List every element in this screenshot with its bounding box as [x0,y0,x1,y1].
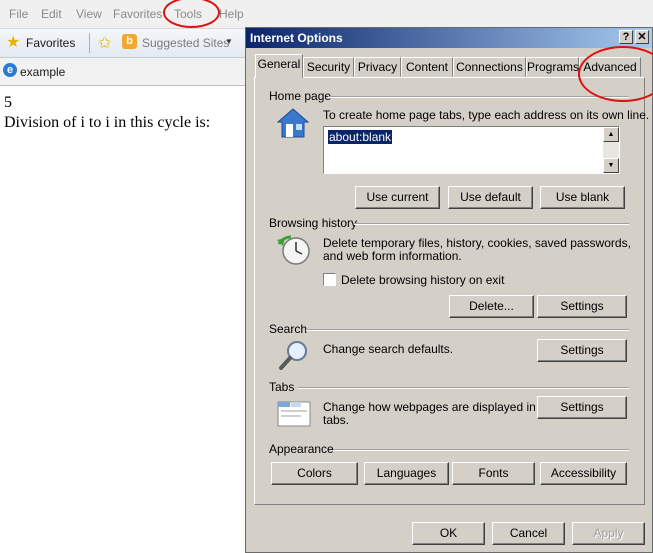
search-settings-button[interactable]: Settings [537,339,627,362]
home-page-value: about:blank [328,130,393,144]
tab-programs[interactable]: Programs [526,57,579,77]
ie-page-icon: e [3,63,17,77]
close-button[interactable]: ✕ [635,30,649,44]
delete-history-on-exit-checkbox[interactable] [323,273,336,286]
dialog-title: Internet Options [250,31,343,45]
home-page-separator [328,96,629,98]
tabs-description-line-1: Change how webpages are displayed in [323,400,536,414]
menu-favorites[interactable]: Favorites [113,7,162,21]
page-output-line-1: 5 [4,94,12,111]
tabs-settings-button[interactable]: Settings [537,396,627,419]
browser-tab[interactable]: e example [0,60,244,84]
use-blank-button[interactable]: Use blank [540,186,625,209]
home-page-description: To create home page tabs, type each addr… [323,108,650,122]
search-description: Change search defaults. [323,342,454,356]
tabs-separator [298,387,629,389]
history-settings-button[interactable]: Settings [537,295,627,318]
menu-edit[interactable]: Edit [41,7,62,21]
help-button[interactable]: ? [619,30,633,44]
add-favorite-icon[interactable]: ✩ [98,33,111,53]
delete-history-on-exit-label: Delete browsing history on exit [341,273,505,287]
home-icon [276,108,310,138]
home-page-label: Home page [269,89,332,103]
ok-button[interactable]: OK [412,522,485,545]
delete-history-button[interactable]: Delete... [449,295,534,318]
tab-security[interactable]: Security [303,57,354,77]
tab-privacy[interactable]: Privacy [354,57,401,77]
browsing-history-label: Browsing history [269,216,358,230]
apply-button[interactable]: Apply [572,522,645,545]
page-output-line-2: Division of i to i in this cycle is: [4,114,211,131]
star-icon: ★ [6,34,21,51]
suggested-sites-label: Suggested Sites [142,36,230,50]
use-default-button[interactable]: Use default [448,186,533,209]
search-separator [306,329,629,331]
toolbar-divider [89,33,90,53]
browsing-history-separator [354,223,629,225]
favorites-label: Favorites [26,36,76,50]
tabs-label: Tabs [269,380,295,394]
favorites-button[interactable]: ★ Favorites [4,34,84,52]
bing-icon: b [122,34,137,49]
home-page-textarea[interactable]: about:blank ▲ ▼ [323,126,620,174]
scroll-up-icon[interactable]: ▲ [603,127,619,142]
use-current-button[interactable]: Use current [355,186,440,209]
home-page-scrollbar[interactable]: ▲ ▼ [603,127,619,173]
colors-button[interactable]: Colors [271,462,358,485]
browsing-history-description-line-2: and web form information. [323,249,462,263]
dialog-titlebar[interactable]: Internet Options ? ✕ [246,28,652,48]
search-label: Search [269,322,308,336]
history-clock-icon [277,235,310,265]
browser-tab-title: example [20,65,66,79]
accessibility-button[interactable]: Accessibility [540,462,627,485]
scroll-down-icon[interactable]: ▼ [603,158,619,173]
cancel-button[interactable]: Cancel [492,522,565,545]
menu-view[interactable]: View [76,7,102,21]
menu-bar: File Edit View Favorites Tools Help [0,0,653,29]
magnifier-icon [279,341,307,370]
tabs-description-line-2: tabs. [323,413,350,427]
tab-general[interactable]: General [255,54,303,78]
chevron-down-icon: ▼ [225,37,233,46]
menu-help[interactable]: Help [219,7,244,21]
appearance-separator [333,449,629,451]
appearance-label: Appearance [269,442,334,456]
tab-connections[interactable]: Connections [453,57,526,77]
fonts-button[interactable]: Fonts [452,462,535,485]
tab-content[interactable]: Content [401,57,453,77]
suggested-sites-button[interactable]: b Suggested Sites ▼ [122,34,233,52]
languages-button[interactable]: Languages [364,462,449,485]
tabs-window-icon [277,401,311,427]
menu-file[interactable]: File [9,7,28,21]
